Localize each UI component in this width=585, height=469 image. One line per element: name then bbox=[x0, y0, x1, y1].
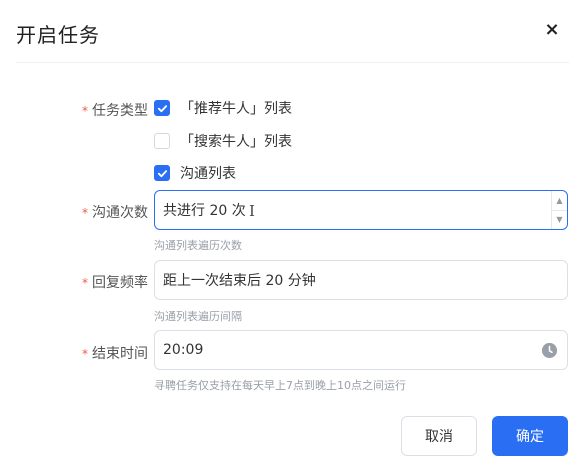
contact-count-value: 共进行 20 次 bbox=[163, 203, 246, 219]
dialog-title: 开启任务 bbox=[16, 23, 100, 47]
check-icon bbox=[157, 104, 167, 112]
contact-count-hint: 沟通列表遍历次数 bbox=[154, 239, 242, 252]
contact-count-label-text: 沟通次数 bbox=[92, 205, 148, 221]
reply-frequency-input[interactable]: 距上一次结束后 20 分钟 bbox=[154, 260, 568, 300]
spinner-down-icon[interactable]: ▼ bbox=[552, 211, 567, 230]
checkbox-contact-checked[interactable] bbox=[154, 165, 170, 181]
cancel-button[interactable]: 取消 bbox=[401, 416, 477, 456]
close-icon[interactable]: × bbox=[540, 18, 564, 42]
task-type-label-text: 任务类型 bbox=[92, 103, 148, 119]
confirm-button[interactable]: 确定 bbox=[492, 416, 568, 456]
required-mark: * bbox=[82, 104, 88, 118]
reply-frequency-value: 距上一次结束后 20 分钟 bbox=[163, 273, 316, 289]
required-mark: * bbox=[82, 347, 88, 361]
number-spinner[interactable]: ▲ ▼ bbox=[551, 191, 567, 229]
checkbox-search-unchecked[interactable] bbox=[154, 133, 170, 149]
dialog-header: 开启任务 × bbox=[0, 0, 585, 62]
header-divider bbox=[16, 62, 569, 63]
spinner-up-icon[interactable]: ▲ bbox=[552, 191, 567, 211]
reply-frequency-hint: 沟通列表遍历间隔 bbox=[154, 310, 242, 323]
end-time-hint: 寻聘任务仅支持在每天早上7点到晚上10点之间运行 bbox=[154, 379, 406, 392]
option-contact-label: 沟通列表 bbox=[180, 166, 236, 182]
end-time-label: * 结束时间 bbox=[48, 343, 148, 363]
end-time-label-text: 结束时间 bbox=[92, 346, 148, 362]
start-task-dialog: 开启任务 × * 任务类型 「推荐牛人」列表 「搜索牛人」列表 沟通列表 * 沟通次… bbox=[0, 0, 585, 469]
check-icon bbox=[157, 169, 167, 177]
end-time-input[interactable]: 20:09 bbox=[154, 330, 568, 370]
reply-frequency-label-text: 回复频率 bbox=[92, 275, 148, 291]
required-mark: * bbox=[82, 276, 88, 290]
option-search-label: 「搜索牛人」列表 bbox=[180, 134, 292, 150]
option-recommended-label: 「推荐牛人」列表 bbox=[180, 101, 292, 117]
end-time-value: 20:09 bbox=[163, 342, 204, 358]
checkbox-recommended-checked[interactable] bbox=[154, 100, 170, 116]
reply-frequency-label: * 回复频率 bbox=[48, 272, 148, 292]
option-recommended-list[interactable]: 「推荐牛人」列表 bbox=[154, 98, 292, 118]
task-type-label: * 任务类型 bbox=[48, 100, 148, 120]
text-cursor-icon: I bbox=[249, 202, 255, 220]
contact-count-label: * 沟通次数 bbox=[48, 202, 148, 222]
required-mark: * bbox=[82, 206, 88, 220]
option-contact-list[interactable]: 沟通列表 bbox=[154, 163, 236, 183]
clock-icon[interactable] bbox=[542, 343, 557, 358]
option-search-list[interactable]: 「搜索牛人」列表 bbox=[154, 131, 292, 151]
contact-count-input[interactable]: 共进行 20 次 I ▲ ▼ bbox=[154, 190, 568, 230]
